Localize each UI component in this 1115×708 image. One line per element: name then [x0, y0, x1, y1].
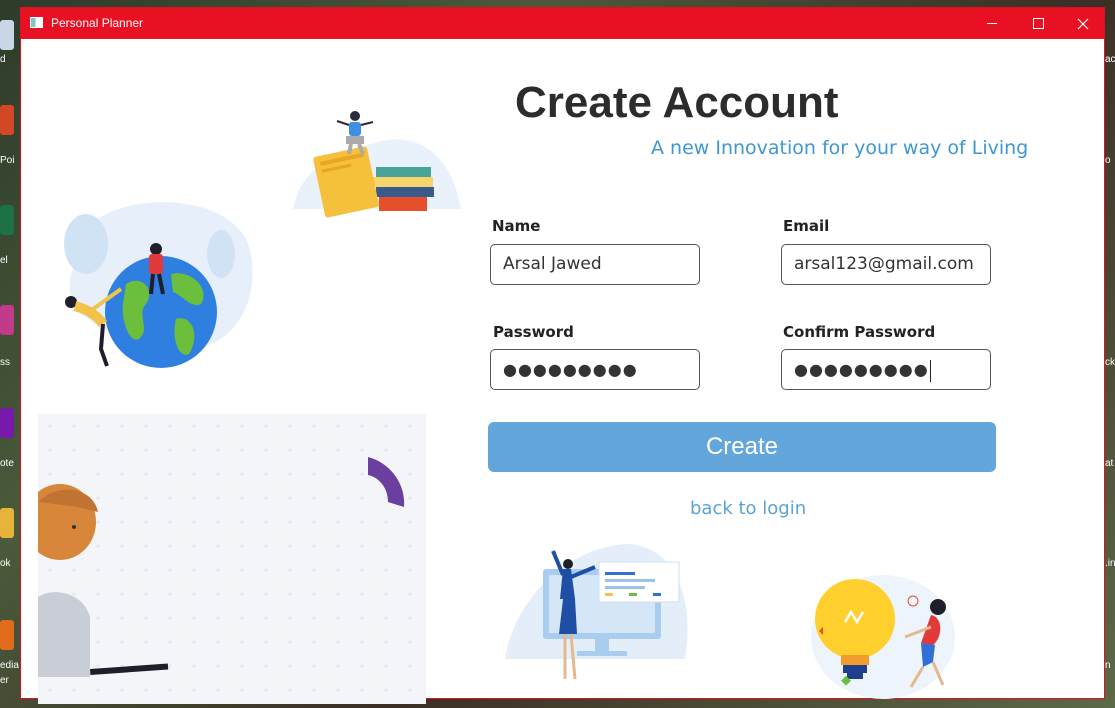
desktop-icon-label: .in: [1105, 558, 1115, 569]
desktop-icon-label: el: [0, 255, 8, 266]
email-label: Email: [783, 217, 830, 235]
minimize-icon: [987, 23, 997, 24]
desktop-icon-label: Poi: [0, 155, 15, 166]
desktop-icon-label: at: [1105, 458, 1114, 469]
name-label: Name: [492, 217, 541, 235]
text-caret: [929, 359, 931, 382]
desktop-icon-label: o: [1105, 155, 1111, 166]
desktop-icon[interactable]: [0, 20, 14, 50]
app-icon: [30, 17, 43, 28]
desktop-icon[interactable]: [0, 105, 14, 135]
page-title: Create Account: [515, 78, 839, 127]
back-to-login-link[interactable]: back to login: [690, 498, 806, 519]
name-field[interactable]: Arsal Jawed: [490, 244, 700, 285]
desktop-icon-label: er: [0, 675, 9, 686]
create-button[interactable]: Create: [488, 422, 996, 472]
desktop-icon[interactable]: [0, 305, 14, 335]
app-window: Personal Planner Create Account A new In…: [20, 7, 1105, 704]
confirm-password-value: ●●●●●●●●●: [794, 360, 929, 379]
desktop-icon[interactable]: [0, 205, 14, 235]
minimize-button[interactable]: [969, 8, 1015, 39]
lightbulb-illustration: [811, 575, 955, 699]
password-label: Password: [493, 323, 574, 341]
desktop-icon-label: ck: [1105, 357, 1115, 368]
desktop-icon-label: ok: [0, 558, 11, 569]
person-illustration: [38, 457, 405, 677]
window-title: Personal Planner: [51, 16, 144, 30]
desktop-icon[interactable]: [0, 408, 14, 438]
desktop-icon-label: n: [1105, 660, 1111, 671]
desktop-right-icons: ac o ck at .in n: [1105, 0, 1115, 708]
confirm-password-field[interactable]: ●●●●●●●●●: [781, 349, 991, 390]
reading-illustration: [293, 111, 461, 218]
desktop-icon-label: ac: [1105, 54, 1115, 65]
desktop-icon-label: ss: [0, 357, 10, 368]
title-bar[interactable]: Personal Planner: [21, 8, 1104, 39]
presentation-illustration: [505, 544, 688, 680]
desktop-left-icons: d Poi el ss ote ok edia er: [0, 0, 21, 708]
maximize-button[interactable]: [1015, 8, 1061, 39]
desktop-icon[interactable]: [0, 620, 14, 650]
maximize-icon: [1032, 18, 1044, 29]
page-subtitle: A new Innovation for your way of Living: [651, 137, 1029, 159]
close-button[interactable]: [1060, 8, 1106, 39]
confirm-password-label: Confirm Password: [783, 323, 936, 341]
desktop-icon-label: edia: [0, 660, 19, 671]
desktop-icon-label: ote: [0, 458, 14, 469]
desktop-icon[interactable]: [0, 508, 14, 538]
globe-illustration: [64, 202, 253, 368]
password-field[interactable]: ●●●●●●●●●: [490, 349, 700, 390]
create-account-view: Create Account A new Innovation for your…: [21, 39, 1104, 704]
close-icon: [1077, 18, 1089, 29]
email-field[interactable]: arsal123@gmail.com: [781, 244, 991, 285]
desktop-icon-label: d: [0, 54, 6, 65]
